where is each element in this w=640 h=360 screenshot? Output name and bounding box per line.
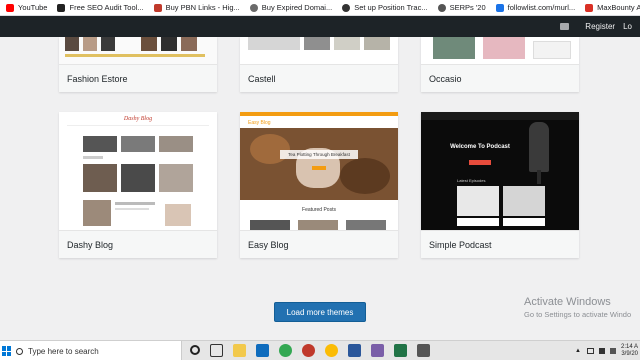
theme-name: Dashy Blog [59,230,217,258]
z-logo-icon [57,3,66,12]
x-logo-icon [585,3,594,12]
theme-card-occasio[interactable]: Occasio [421,37,579,92]
watermark-subtitle: Go to Settings to activate Windo [524,310,632,319]
network-icon[interactable] [586,348,594,354]
volume-icon[interactable] [598,348,605,354]
theme-name: Easy Blog [240,230,398,258]
bookmark-maxbounty[interactable]: MaxBounty Affiliate... [585,3,640,12]
bookmark-seo-audit[interactable]: Free SEO Audit Tool... [57,3,144,12]
globe-icon [249,3,258,12]
document-icon [495,3,504,12]
chrome-icon[interactable] [325,344,338,357]
comment-icon[interactable] [560,23,570,30]
theme-name: Simple Podcast [421,230,579,258]
taskbar-search[interactable]: Type here to search [0,341,182,360]
theme-name: Occasio [421,64,579,92]
register-link[interactable]: Register [585,22,615,31]
globe-icon [342,3,351,12]
preview-section-title: Latest Episodes [457,178,486,183]
theme-card-dashy-blog[interactable]: Dashy Blog Dashy Blog [59,112,217,258]
clock-date: 3/9/20 [621,351,638,357]
admin-bar: Register Lo [0,16,640,37]
preview-brand: Dashy Blog [123,116,153,122]
search-icon [16,347,23,355]
word-icon[interactable] [348,344,361,357]
bookmark-icon [153,3,162,12]
theme-screenshot: Easy Blog Tea Plotting Through Breakfast… [240,112,398,230]
bookmark-youtube[interactable]: YouTube [6,3,47,12]
preview-brand: Easy Blog [248,120,271,126]
app-icon[interactable] [302,344,315,357]
cortana-icon[interactable] [190,345,200,355]
youtube-icon [6,3,14,12]
theme-name: Fashion Estore [59,64,217,92]
globe-icon [437,3,446,12]
bookmarks-bar: YouTube Free SEO Audit Tool... Buy PBN L… [0,0,640,16]
bookmark-position-tracking[interactable]: Set up Position Trac... [342,3,428,12]
bookmark-followlist[interactable]: followlist.com/murl... [495,3,575,12]
login-link[interactable]: Lo [623,22,632,31]
clock-time: 2:14 A [620,344,638,350]
theme-name: Castell [240,64,398,92]
task-view-icon[interactable] [210,344,223,357]
theme-screenshot: Dashy Blog [59,112,217,230]
language-icon[interactable] [609,348,616,354]
taskbar: Type here to search ▲ 2:14 A 3/9/20 [0,340,640,360]
load-more-themes-button[interactable]: Load more themes [274,302,366,322]
clock[interactable]: 2:14 A 3/9/20 [621,344,638,358]
app-icon[interactable] [417,344,430,357]
watermark-title: Activate Windows [524,296,611,308]
preview-section-title: Featured Posts [302,207,336,213]
chrome-icon[interactable] [279,344,292,357]
theme-screenshot [421,37,579,64]
theme-screenshot [59,37,217,64]
excel-icon[interactable] [394,344,407,357]
search-input[interactable]: Type here to search [28,347,99,356]
preview-hero-text: Welcome To Podcast [450,144,510,150]
windows-start-icon[interactable] [2,346,12,356]
file-explorer-icon[interactable] [233,344,246,357]
system-tray: ▲ 2:14 A 3/9/20 [575,341,640,360]
bookmark-pbn-links[interactable]: Buy PBN Links - Hig... [153,3,240,12]
theme-card-simple-podcast[interactable]: Welcome To Podcast Latest Episodes Simpl… [421,112,579,258]
theme-card-castell[interactable]: Castell [240,37,398,92]
chevron-up-icon[interactable]: ▲ [575,348,581,354]
mail-icon[interactable] [256,344,269,357]
bookmark-serps[interactable]: SERPs '20 [437,3,486,12]
photos-icon[interactable] [371,344,384,357]
preview-hero-text: Tea Plotting Through Breakfast [280,150,358,159]
theme-card-fashion-estore[interactable]: Fashion Estore [59,37,217,92]
theme-screenshot [240,37,398,64]
theme-screenshot: Welcome To Podcast Latest Episodes [421,112,579,230]
bookmark-expired-domains[interactable]: Buy Expired Domai... [249,3,332,12]
activate-windows-watermark: Activate Windows Go to Settings to activ… [524,296,631,319]
theme-card-easy-blog[interactable]: Easy Blog Tea Plotting Through Breakfast… [240,112,398,258]
